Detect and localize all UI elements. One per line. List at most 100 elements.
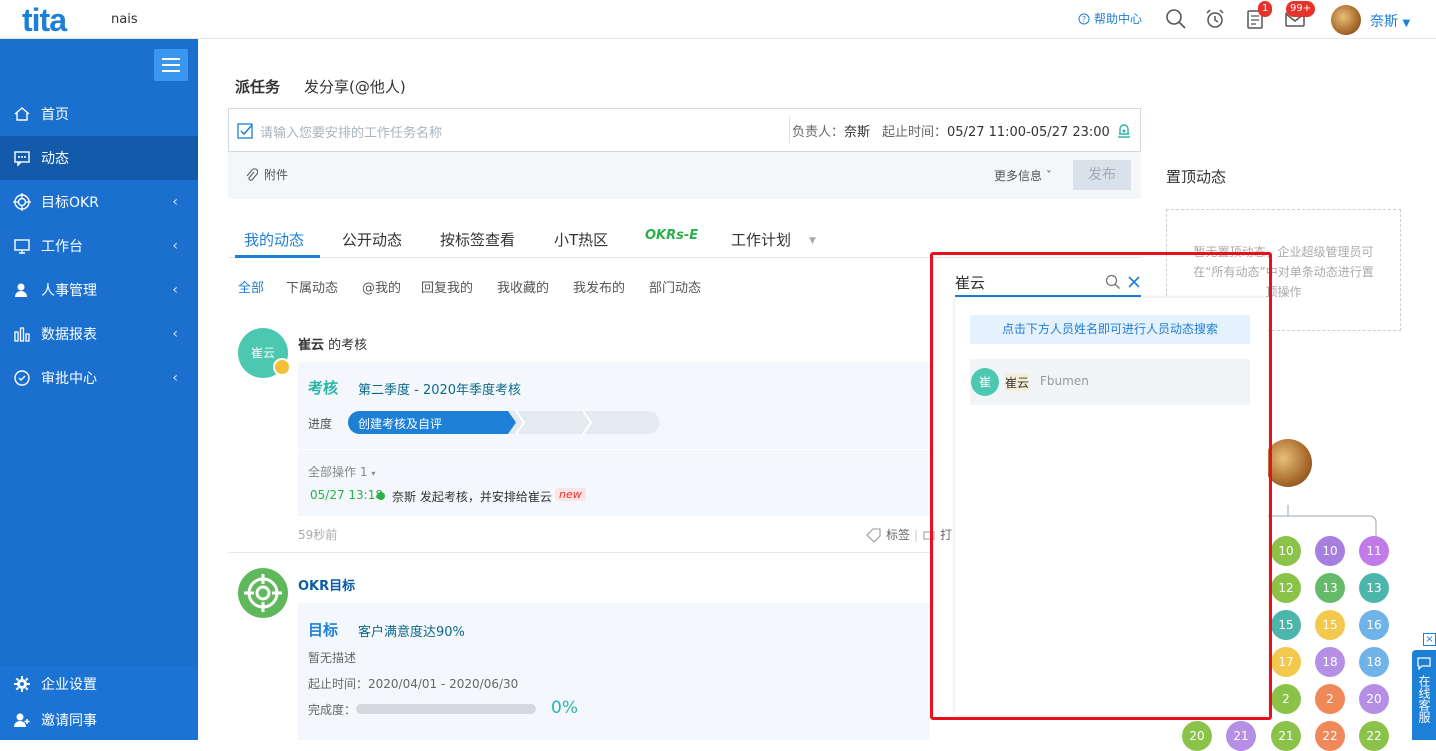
post-header: 崔云 的考核 (298, 338, 368, 353)
number-node[interactable]: 18 (1315, 647, 1345, 677)
okrs-e-logo[interactable]: OKRs-E (645, 228, 698, 243)
number-node[interactable]: 20 (1182, 721, 1212, 751)
sidebar-item-hr[interactable]: 人事管理 ‹ (0, 268, 198, 312)
number-node[interactable]: 22 (1359, 721, 1389, 751)
number-node[interactable]: 15 (1315, 610, 1345, 640)
alarm-bell-icon[interactable] (1115, 121, 1133, 139)
active-tab-indicator (235, 255, 320, 258)
chevron-left-icon: ‹ (172, 238, 178, 254)
owner-field[interactable]: 负责人：奈斯 (792, 121, 870, 140)
okr-card[interactable]: 目标 客户满意度达90% 暂无描述 起止时间：2020/04/01 - 2020… (298, 603, 930, 740)
tab-assign-task[interactable]: 派任务 (235, 76, 280, 97)
number-node[interactable]: 2 (1315, 684, 1345, 714)
number-node[interactable]: 18 (1359, 647, 1389, 677)
gear-icon (12, 674, 32, 694)
tab-by-tag[interactable]: 按标签查看 (440, 229, 515, 250)
number-node[interactable]: 13 (1315, 573, 1345, 603)
chevron-down-icon: ˇ (1045, 169, 1052, 183)
subtab-subordinates[interactable]: 下属动态 (286, 277, 338, 296)
complete-label: 完成度： (308, 703, 357, 717)
attachment-button[interactable]: 附件 (244, 166, 288, 183)
divider (789, 117, 790, 143)
number-node[interactable]: 10 (1271, 536, 1301, 566)
badge-icon (273, 358, 291, 376)
menu-toggle-button[interactable] (154, 49, 188, 81)
subtab-all[interactable]: 全部 (238, 277, 264, 296)
tab-work-plan[interactable]: 工作计划 (731, 229, 791, 250)
task-badge: 1 (1258, 1, 1273, 17)
sidebar-item-workbench[interactable]: 工作台 ‹ (0, 224, 198, 268)
app-logo[interactable]: tita (22, 2, 67, 39)
help-center-link[interactable]: ? 帮助中心 (1078, 10, 1142, 27)
okr-target-icon[interactable] (238, 568, 288, 618)
sidebar-bottom: 企业设置 邀请同事 (0, 666, 198, 740)
sidebar-item-feed[interactable]: 动态 (0, 136, 198, 180)
number-node[interactable]: 10 (1315, 536, 1345, 566)
task-name-input[interactable]: 请输入您要安排的工作任务名称 (260, 122, 442, 141)
caret-down-icon[interactable]: ▼ (809, 236, 816, 246)
number-node[interactable]: 21 (1226, 721, 1256, 751)
home-icon (12, 104, 32, 124)
objective-period: 起止时间：2020/04/01 - 2020/06/30 (308, 677, 519, 691)
help-icon: ? (1078, 13, 1090, 24)
chevron-left-icon: ‹ (172, 194, 178, 210)
subtab-replies[interactable]: 回复我的 (421, 277, 473, 296)
publish-button[interactable]: 发布 (1073, 160, 1131, 190)
card-title[interactable]: 第二季度 - 2020年季度考核 (358, 379, 521, 398)
number-node[interactable]: 17 (1271, 647, 1301, 677)
svg-text:?: ? (1082, 15, 1086, 24)
all-operations-toggle[interactable]: 全部操作 1 ▾ (308, 463, 375, 480)
close-icon[interactable]: × (1423, 633, 1436, 646)
subtab-published[interactable]: 我发布的 (573, 277, 625, 296)
sidebar-item-reports[interactable]: 数据报表 ‹ (0, 312, 198, 356)
message-badge: 99+ (1286, 1, 1316, 17)
sidebar-item-home[interactable]: 首页 (0, 92, 198, 136)
dot-icon (377, 492, 385, 500)
objective-title[interactable]: 客户满意度达90% (358, 621, 465, 640)
sidebar-item-okr[interactable]: 目标OKR ‹ (0, 180, 198, 224)
more-info-dropdown[interactable]: 更多信息 ˇ (994, 167, 1052, 184)
monitor-icon (12, 236, 32, 256)
number-node[interactable]: 16 (1359, 610, 1389, 640)
pinned-title: 置顶动态 (1166, 168, 1227, 186)
number-node[interactable]: 15 (1271, 610, 1301, 640)
progress-label: 进度 (308, 417, 333, 431)
number-node[interactable]: 22 (1315, 721, 1345, 751)
step-1-label: 创建考核及自评 (358, 417, 443, 431)
company-name: nais (111, 12, 138, 27)
review-card[interactable]: 考核 第二季度 - 2020年季度考核 进度 创建考核及自评 (298, 362, 930, 449)
paperclip-icon (246, 167, 258, 181)
log-time: 05/27 13:18 (310, 488, 383, 502)
new-badge: new (555, 488, 586, 501)
sidebar-item-invite[interactable]: 邀请同事 (0, 702, 198, 738)
tab-share[interactable]: 发分享(@他人) (304, 76, 406, 97)
subtab-mentions[interactable]: @我的 (362, 277, 401, 296)
target-icon (12, 192, 32, 212)
number-node[interactable]: 2 (1271, 684, 1301, 714)
subtab-department[interactable]: 部门动态 (649, 277, 701, 296)
message-icon (12, 148, 32, 168)
search-icon[interactable] (1165, 8, 1187, 30)
composer-toolbar: 附件 更多信息 ˇ (228, 152, 1141, 199)
number-node[interactable]: 20 (1359, 684, 1389, 714)
time-field[interactable]: 起止时间：05/27 11:00-05/27 23:00 (882, 121, 1110, 140)
post-author[interactable]: OKR目标 (298, 575, 355, 594)
post-time-ago: 59秒前 (298, 528, 338, 542)
chevron-left-icon: ‹ (172, 370, 178, 386)
operation-log: 全部操作 1 ▾ 05/27 13:18 奈斯 发起考核，并安排给崔云 new (298, 450, 930, 516)
tab-my-feed[interactable]: 我的动态 (244, 229, 304, 250)
user-avatar[interactable] (1331, 5, 1361, 35)
subtab-favorites[interactable]: 我收藏的 (497, 277, 549, 296)
online-service-button[interactable]: 在线客服 (1412, 650, 1436, 740)
sidebar-item-settings[interactable]: 企业设置 (0, 666, 198, 702)
tab-public-feed[interactable]: 公开动态 (342, 229, 402, 250)
number-node[interactable]: 13 (1359, 573, 1389, 603)
number-node[interactable]: 12 (1271, 573, 1301, 603)
tab-hot-zone[interactable]: 小T热区 (554, 229, 608, 250)
alarm-icon[interactable] (1204, 8, 1226, 30)
user-menu[interactable]: 奈斯 ▼ (1370, 11, 1410, 31)
number-node[interactable]: 11 (1359, 536, 1389, 566)
sidebar-item-approval[interactable]: 审批中心 ‹ (0, 356, 198, 400)
number-node[interactable]: 21 (1271, 721, 1301, 751)
chevron-left-icon: ‹ (172, 282, 178, 298)
